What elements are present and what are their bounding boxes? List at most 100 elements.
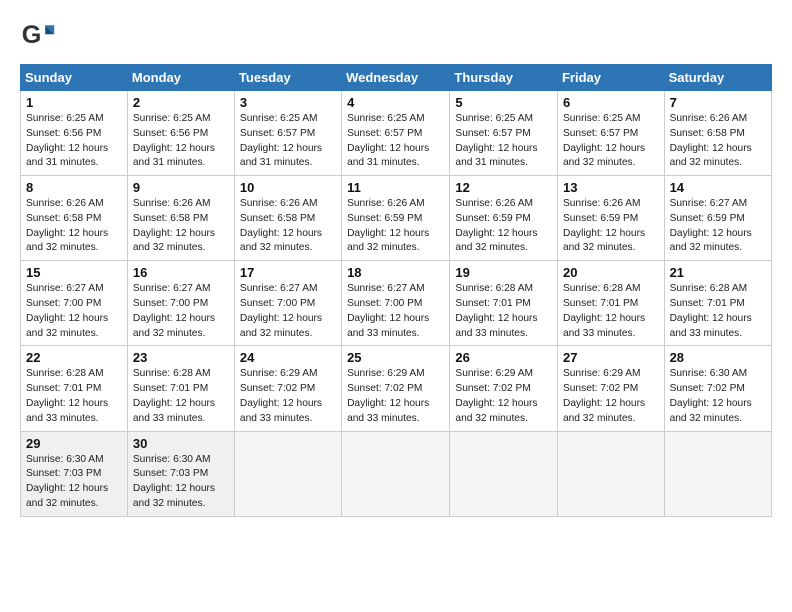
day-info: Sunrise: 6:29 AMSunset: 7:02 PMDaylight:… xyxy=(563,367,659,426)
day-number: 10 xyxy=(240,180,336,195)
page: G Sunday Monday Tuesday Wednesday Thursd… xyxy=(0,0,792,612)
day-info: Sunrise: 6:26 AMSunset: 6:58 PMDaylight:… xyxy=(670,112,766,171)
calendar-cell: 26 Sunrise: 6:29 AMSunset: 7:02 PMDayligh… xyxy=(450,346,558,431)
calendar-cell: 22 Sunrise: 6:28 AMSunset: 7:01 PMDayligh… xyxy=(21,346,128,431)
day-info: Sunrise: 6:26 AMSunset: 6:58 PMDaylight:… xyxy=(26,197,122,256)
day-info: Sunrise: 6:28 AMSunset: 7:01 PMDaylight:… xyxy=(563,282,659,341)
calendar-cell: 13Sunrise: 6:26 AMSunset: 6:59 PMDayligh… xyxy=(557,176,664,261)
day-number: 2 xyxy=(133,95,229,110)
calendar-cell: 23 Sunrise: 6:28 AMSunset: 7:01 PMDayligh… xyxy=(127,346,234,431)
calendar-cell: 30 Sunrise: 6:30 AMSunset: 7:03 PMDayligh… xyxy=(127,431,234,516)
day-number: 15 xyxy=(26,265,122,280)
day-info: Sunrise: 6:29 AMSunset: 7:02 PMDaylight:… xyxy=(347,367,444,426)
calendar-cell: 18Sunrise: 6:27 AMSunset: 7:00 PMDayligh… xyxy=(342,261,450,346)
calendar-cell: 10 Sunrise: 6:26 AMSunset: 6:58 PMDayligh… xyxy=(234,176,341,261)
day-info: Sunrise: 6:28 AMSunset: 7:01 PMDaylight:… xyxy=(670,282,766,341)
calendar-cell: 25 Sunrise: 6:29 AMSunset: 7:02 PMDayligh… xyxy=(342,346,450,431)
col-sunday: Sunday xyxy=(21,65,128,91)
day-info: Sunrise: 6:27 AMSunset: 7:00 PMDaylight:… xyxy=(26,282,122,341)
day-info: Sunrise: 6:27 AMSunset: 7:00 PMDaylight:… xyxy=(133,282,229,341)
day-number: 5 xyxy=(455,95,552,110)
day-info: Sunrise: 6:25 AMSunset: 6:57 PMDaylight:… xyxy=(563,112,659,171)
day-number: 8 xyxy=(26,180,122,195)
day-number: 3 xyxy=(240,95,336,110)
calendar-cell: 12Sunrise: 6:26 AMSunset: 6:59 PMDayligh… xyxy=(450,176,558,261)
day-info: Sunrise: 6:30 AMSunset: 7:02 PMDaylight:… xyxy=(670,367,766,426)
day-number: 23 xyxy=(133,350,229,365)
day-number: 7 xyxy=(670,95,766,110)
header: G xyxy=(20,18,772,54)
day-number: 28 xyxy=(670,350,766,365)
calendar: Sunday Monday Tuesday Wednesday Thursday… xyxy=(20,64,772,517)
day-info: Sunrise: 6:25 AMSunset: 6:57 PMDaylight:… xyxy=(455,112,552,171)
day-info: Sunrise: 6:27 AMSunset: 7:00 PMDaylight:… xyxy=(240,282,336,341)
day-info: Sunrise: 6:26 AMSunset: 6:59 PMDaylight:… xyxy=(347,197,444,256)
day-number: 25 xyxy=(347,350,444,365)
day-number: 24 xyxy=(240,350,336,365)
calendar-cell: 24 Sunrise: 6:29 AMSunset: 7:02 PMDayligh… xyxy=(234,346,341,431)
calendar-cell: 9 Sunrise: 6:26 AMSunset: 6:58 PMDaylight… xyxy=(127,176,234,261)
day-info: Sunrise: 6:25 AMSunset: 6:56 PMDaylight:… xyxy=(133,112,229,171)
col-friday: Friday xyxy=(557,65,664,91)
calendar-cell: 1Sunrise: 6:25 AMSunset: 6:56 PMDaylight… xyxy=(21,91,128,176)
day-info: Sunrise: 6:25 AMSunset: 6:57 PMDaylight:… xyxy=(240,112,336,171)
week-row-3: 15 Sunrise: 6:27 AMSunset: 7:00 PMDayligh… xyxy=(21,261,772,346)
day-number: 11 xyxy=(347,180,444,195)
calendar-cell: 16Sunrise: 6:27 AMSunset: 7:00 PMDayligh… xyxy=(127,261,234,346)
day-info: Sunrise: 6:26 AMSunset: 6:58 PMDaylight:… xyxy=(240,197,336,256)
col-wednesday: Wednesday xyxy=(342,65,450,91)
day-number: 14 xyxy=(670,180,766,195)
day-number: 6 xyxy=(563,95,659,110)
day-number: 26 xyxy=(455,350,552,365)
day-number: 1 xyxy=(26,95,122,110)
day-number: 20 xyxy=(563,265,659,280)
calendar-cell: 4Sunrise: 6:25 AMSunset: 6:57 PMDaylight… xyxy=(342,91,450,176)
calendar-cell xyxy=(450,431,558,516)
calendar-cell: 8 Sunrise: 6:26 AMSunset: 6:58 PMDaylight… xyxy=(21,176,128,261)
col-saturday: Saturday xyxy=(664,65,771,91)
calendar-cell: 2 Sunrise: 6:25 AMSunset: 6:56 PMDaylight… xyxy=(127,91,234,176)
week-row-1: 1 Sunrise: 6:25 AMSunset: 6:56 PMDaylight… xyxy=(21,91,772,176)
day-info: Sunrise: 6:30 AMSunset: 7:03 PMDaylight:… xyxy=(133,453,229,512)
calendar-cell: 15 Sunrise: 6:27 AMSunset: 7:00 PMDayligh… xyxy=(21,261,128,346)
day-info: Sunrise: 6:29 AMSunset: 7:02 PMDaylight:… xyxy=(455,367,552,426)
day-info: Sunrise: 6:28 AMSunset: 7:01 PMDaylight:… xyxy=(133,367,229,426)
day-number: 30 xyxy=(133,436,229,451)
calendar-cell: 20 Sunrise: 6:28 AMSunset: 7:01 PMDayligh… xyxy=(557,261,664,346)
calendar-cell: 27Sunrise: 6:29 AMSunset: 7:02 PMDayligh… xyxy=(557,346,664,431)
day-info: Sunrise: 6:27 AMSunset: 7:00 PMDaylight:… xyxy=(347,282,444,341)
day-info: Sunrise: 6:28 AMSunset: 7:01 PMDaylight:… xyxy=(455,282,552,341)
day-info: Sunrise: 6:28 AMSunset: 7:01 PMDaylight:… xyxy=(26,367,122,426)
svg-text:G: G xyxy=(22,21,42,49)
day-number: 12 xyxy=(455,180,552,195)
day-info: Sunrise: 6:29 AMSunset: 7:02 PMDaylight:… xyxy=(240,367,336,426)
calendar-cell: 29 Sunrise: 6:30 AMSunset: 7:03 PMDayligh… xyxy=(21,431,128,516)
day-number: 22 xyxy=(26,350,122,365)
calendar-cell xyxy=(664,431,771,516)
day-number: 19 xyxy=(455,265,552,280)
calendar-cell: 5 Sunrise: 6:25 AMSunset: 6:57 PMDaylight… xyxy=(450,91,558,176)
calendar-cell xyxy=(557,431,664,516)
calendar-cell: 6 Sunrise: 6:25 AMSunset: 6:57 PMDaylight… xyxy=(557,91,664,176)
day-number: 17 xyxy=(240,265,336,280)
logo-icon: G xyxy=(20,18,56,54)
week-row-2: 8 Sunrise: 6:26 AMSunset: 6:58 PMDaylight… xyxy=(21,176,772,261)
day-info: Sunrise: 6:26 AMSunset: 6:58 PMDaylight:… xyxy=(133,197,229,256)
day-info: Sunrise: 6:25 AMSunset: 6:57 PMDaylight:… xyxy=(347,112,444,171)
calendar-cell: 7 Sunrise: 6:26 AMSunset: 6:58 PMDaylight… xyxy=(664,91,771,176)
day-info: Sunrise: 6:26 AMSunset: 6:59 PMDaylight:… xyxy=(563,197,659,256)
calendar-cell: 14 Sunrise: 6:27 AMSunset: 6:59 PMDayligh… xyxy=(664,176,771,261)
day-info: Sunrise: 6:30 AMSunset: 7:03 PMDaylight:… xyxy=(26,453,122,512)
col-tuesday: Tuesday xyxy=(234,65,341,91)
calendar-cell: 21 Sunrise: 6:28 AMSunset: 7:01 PMDayligh… xyxy=(664,261,771,346)
day-info: Sunrise: 6:27 AMSunset: 6:59 PMDaylight:… xyxy=(670,197,766,256)
col-monday: Monday xyxy=(127,65,234,91)
week-row-5: 29 Sunrise: 6:30 AMSunset: 7:03 PMDayligh… xyxy=(21,431,772,516)
day-number: 9 xyxy=(133,180,229,195)
day-number: 29 xyxy=(26,436,122,451)
calendar-cell: 19 Sunrise: 6:28 AMSunset: 7:01 PMDayligh… xyxy=(450,261,558,346)
calendar-cell: 28 Sunrise: 6:30 AMSunset: 7:02 PMDayligh… xyxy=(664,346,771,431)
calendar-cell xyxy=(342,431,450,516)
calendar-header-row: Sunday Monday Tuesday Wednesday Thursday… xyxy=(21,65,772,91)
day-number: 21 xyxy=(670,265,766,280)
